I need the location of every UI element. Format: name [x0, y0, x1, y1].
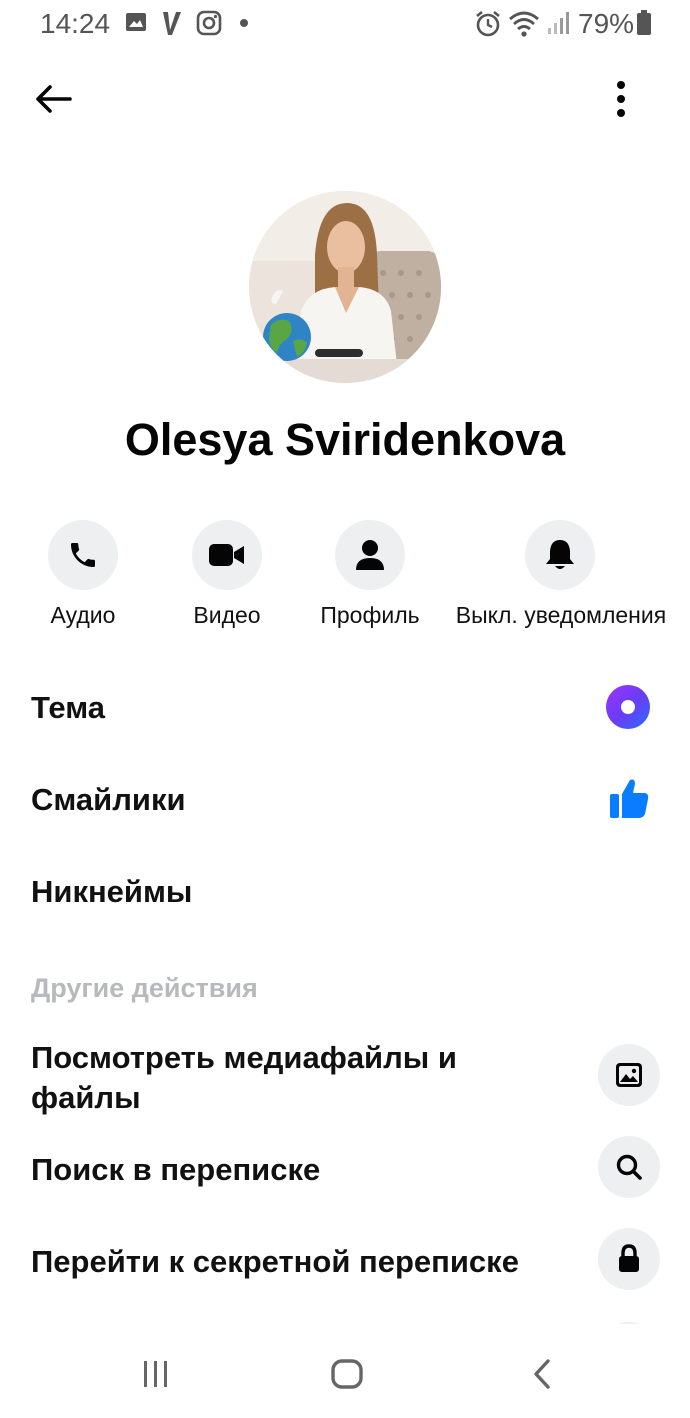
- video-circle[interactable]: [192, 520, 262, 590]
- conversation-details-screen: 14:24 79% Olesya Sviridenkova Аудио Виде…: [0, 0, 690, 1418]
- home-icon: [331, 1359, 363, 1389]
- mute-circle[interactable]: [525, 520, 595, 590]
- arrow-left-icon: [36, 85, 72, 113]
- thumbs-up-icon[interactable]: [608, 776, 650, 820]
- section-header-other-actions: Другие действия: [31, 973, 258, 1003]
- more-vertical-icon: [617, 81, 625, 117]
- search-conversation-button[interactable]: [598, 1136, 660, 1198]
- gallery-icon: [124, 10, 148, 39]
- emoji-label: Смайлики: [31, 782, 186, 817]
- view-media-row[interactable]: Посмотреть медиафайлы и файлы: [31, 1038, 551, 1118]
- image-icon: [616, 1063, 642, 1087]
- mute-label: Выкл. уведомления: [455, 602, 667, 628]
- video-camera-icon: [209, 544, 244, 566]
- audio-circle[interactable]: [48, 520, 118, 590]
- search-conversation-label: Поиск в переписке: [31, 1152, 321, 1187]
- avatar-image: [249, 191, 441, 383]
- nicknames-row[interactable]: Никнеймы: [31, 874, 192, 910]
- alarm-icon: [474, 10, 502, 43]
- theme-label: Тема: [31, 690, 105, 725]
- back-icon: [534, 1359, 550, 1389]
- profile-label: Профиль: [320, 602, 420, 628]
- instagram-icon: [196, 10, 222, 41]
- profile-circle[interactable]: [335, 520, 405, 590]
- theme-row[interactable]: Тема: [31, 690, 105, 726]
- recent-apps-button[interactable]: [138, 1354, 174, 1394]
- signal-icon: [546, 10, 572, 41]
- battery-icon: [636, 10, 652, 41]
- status-time: 14:24: [40, 8, 111, 39]
- audio-call-button[interactable]: Аудио: [47, 520, 119, 640]
- phone-icon: [71, 543, 95, 567]
- bell-icon: [546, 540, 574, 569]
- secret-conversation-row[interactable]: Перейти к секретной переписке: [31, 1242, 551, 1282]
- nav-back-button[interactable]: [524, 1354, 560, 1394]
- person-icon: [356, 540, 384, 570]
- status-bar: 14:24 79%: [0, 0, 690, 48]
- dot-icon: [238, 16, 250, 34]
- recent-apps-icon: [144, 1361, 167, 1387]
- v-app-icon: [160, 10, 184, 41]
- emoji-row[interactable]: Смайлики: [31, 782, 186, 818]
- profile-button[interactable]: Профиль: [314, 520, 426, 640]
- back-button[interactable]: [28, 76, 78, 122]
- secret-conversation-button[interactable]: [598, 1228, 660, 1290]
- view-media-button[interactable]: [598, 1044, 660, 1106]
- mute-notifications-button[interactable]: Выкл. уведомления: [441, 520, 681, 640]
- view-media-label: Посмотреть медиафайлы и файлы: [31, 1040, 457, 1115]
- profile-avatar[interactable]: [249, 191, 441, 383]
- home-button[interactable]: [329, 1354, 365, 1394]
- more-options-button[interactable]: [600, 76, 642, 122]
- profile-name: Olesya Sviridenkova: [124, 414, 566, 465]
- nicknames-label: Никнеймы: [31, 874, 193, 909]
- wifi-icon: [508, 10, 540, 43]
- lock-icon: [619, 1244, 639, 1272]
- audio-label: Аудио: [50, 602, 116, 628]
- search-conversation-row[interactable]: Поиск в переписке: [31, 1150, 551, 1190]
- battery-percent: 79%: [578, 8, 635, 39]
- video-call-button[interactable]: Видео: [190, 520, 264, 640]
- search-icon: [616, 1154, 642, 1180]
- theme-color-icon[interactable]: [605, 684, 651, 730]
- system-nav-bar: [0, 1324, 690, 1418]
- secret-conversation-label: Перейти к секретной переписке: [31, 1244, 519, 1279]
- video-label: Видео: [193, 602, 261, 628]
